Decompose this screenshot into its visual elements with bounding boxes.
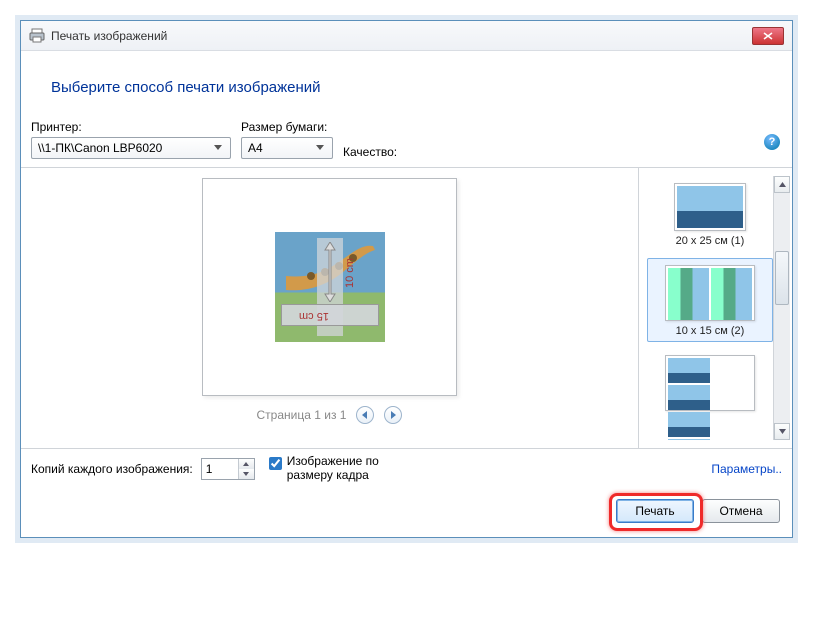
layout-option-20x25[interactable]: 20 x 25 см (1) — [647, 176, 773, 252]
titlebar: Печать изображений — [21, 21, 792, 51]
paper-label: Размер бумаги: — [241, 120, 333, 134]
paper-value: A4 — [248, 141, 263, 155]
print-button[interactable]: Печать — [616, 499, 694, 523]
print-dialog: Печать изображений Выберите способ печат… — [20, 20, 793, 538]
quality-label: Качество: — [343, 145, 397, 159]
layout-option-4up[interactable] — [647, 348, 773, 420]
pager: Страница 1 из 1 — [257, 406, 403, 424]
copies-spinner[interactable] — [201, 458, 255, 480]
copies-input[interactable] — [202, 462, 238, 476]
printer-value: \\1-ПК\Canon LBP6020 — [38, 141, 162, 155]
layout-thumb — [674, 183, 746, 231]
spin-down-button[interactable] — [239, 469, 254, 479]
printer-label: Принтер: — [31, 120, 231, 134]
layouts-panel: 20 x 25 см (1) 10 x 15 см (2) — [638, 168, 792, 448]
chevron-down-icon — [210, 140, 226, 156]
scroll-thumb[interactable] — [775, 251, 789, 305]
layout-thumb — [665, 355, 755, 411]
scrollbar[interactable] — [773, 176, 790, 440]
layout-label: 10 x 15 см (2) — [676, 325, 745, 337]
scroll-up-button[interactable] — [774, 176, 790, 193]
fit-label: Изображение по размеру кадра — [287, 455, 417, 483]
printer-icon — [29, 28, 45, 44]
next-page-button[interactable] — [384, 406, 402, 424]
fit-checkbox-input[interactable] — [269, 457, 282, 470]
dim-h-label: 15 cm — [299, 310, 329, 322]
instruction-text: Выберите способ печати изображений — [51, 79, 762, 96]
help-icon[interactable]: ? — [764, 134, 780, 150]
dimension-arrow-v — [323, 242, 337, 302]
prev-page-button[interactable] — [356, 406, 374, 424]
fit-to-frame-checkbox[interactable]: Изображение по размеру кадра — [269, 455, 417, 483]
preview-page: 10 cm 15 cm — [202, 178, 457, 396]
actions-row: Печать Отмена — [21, 489, 792, 537]
controls-row: Принтер: \\1-ПК\Canon LBP6020 Размер бум… — [21, 114, 792, 168]
layout-option-10x15[interactable]: 10 x 15 см (2) — [647, 258, 773, 342]
middle-area: 10 cm 15 cm Страница 1 из 1 20 x 25 см (… — [21, 168, 792, 448]
spin-up-button[interactable] — [239, 459, 254, 469]
layouts-list: 20 x 25 см (1) 10 x 15 см (2) — [647, 176, 773, 440]
copies-label: Копий каждого изображения: — [31, 462, 193, 476]
cancel-button[interactable]: Отмена — [702, 499, 780, 523]
paper-size-combo[interactable]: A4 — [241, 137, 333, 159]
header: Выберите способ печати изображений — [21, 51, 792, 114]
window-title: Печать изображений — [51, 29, 167, 43]
pager-text: Страница 1 из 1 — [257, 408, 347, 422]
preview-image: 10 cm 15 cm — [275, 232, 385, 342]
layout-label: 20 x 25 см (1) — [676, 235, 745, 247]
chevron-down-icon — [312, 140, 328, 156]
parameters-link[interactable]: Параметры.. — [711, 462, 782, 476]
close-button[interactable] — [752, 27, 784, 45]
bottom-row: Копий каждого изображения: Изображение п… — [21, 448, 792, 489]
scroll-down-button[interactable] — [774, 423, 790, 440]
preview-column: 10 cm 15 cm Страница 1 из 1 — [21, 168, 638, 448]
layout-thumb — [665, 265, 755, 321]
dim-v-label: 10 cm — [344, 258, 356, 288]
scroll-track[interactable] — [774, 193, 790, 423]
printer-combo[interactable]: \\1-ПК\Canon LBP6020 — [31, 137, 231, 159]
